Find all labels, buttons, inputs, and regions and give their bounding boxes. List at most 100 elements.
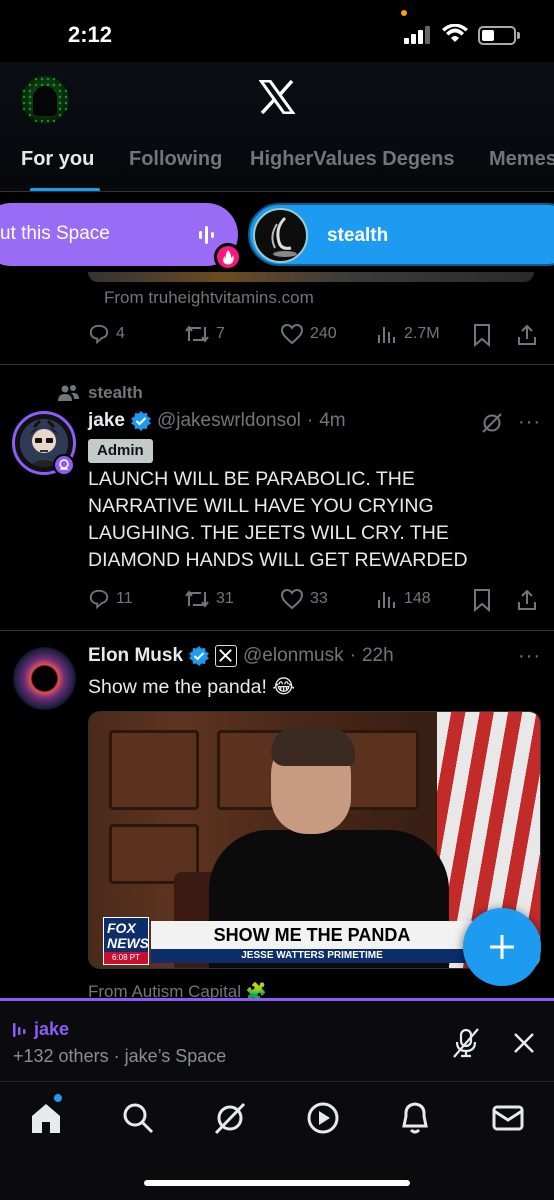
heart-icon bbox=[280, 323, 304, 345]
space-mini-player[interactable]: jake +132 others · jake’s Space bbox=[0, 998, 554, 1081]
tweet-header: Elon Musk @elonmusk · 22h bbox=[88, 645, 394, 667]
bookmark-icon[interactable] bbox=[472, 588, 492, 612]
more-options-icon[interactable]: ··· bbox=[518, 645, 541, 668]
tab-for-you[interactable]: For you bbox=[21, 148, 94, 171]
grok-icon[interactable] bbox=[212, 1100, 248, 1136]
repost-count: 31 bbox=[216, 590, 234, 607]
tweet-source[interactable]: From truheightvitamins.com bbox=[104, 288, 314, 308]
share-icon[interactable] bbox=[516, 588, 538, 612]
space-context-label: stealth bbox=[88, 383, 143, 402]
audio-wave-icon bbox=[199, 226, 214, 244]
compose-button[interactable] bbox=[463, 908, 541, 986]
timeline-header: For you Following HigherValues Degens Me… bbox=[0, 62, 554, 192]
tweet-media-edge bbox=[88, 272, 534, 282]
tab-following[interactable]: Following bbox=[129, 148, 222, 171]
stealth-space-avatar bbox=[253, 208, 308, 263]
affiliation-x-icon bbox=[215, 645, 238, 667]
like-count: 240 bbox=[310, 325, 337, 342]
profile-avatar[interactable] bbox=[21, 76, 69, 124]
cellular-signal-icon bbox=[404, 26, 434, 44]
reply-icon bbox=[89, 589, 109, 610]
chyron-headline: SHOW ME THE PANDA bbox=[151, 921, 473, 949]
grok-icon[interactable] bbox=[481, 412, 503, 434]
feed-tabs: For you Following HigherValues Degens Me… bbox=[0, 134, 554, 192]
author-handle[interactable]: @elonmusk bbox=[243, 645, 344, 667]
stealth-space-pill[interactable]: stealth bbox=[248, 203, 554, 266]
stealth-space-label: stealth bbox=[327, 225, 389, 246]
current-space-pill[interactable]: ut this Space bbox=[0, 203, 238, 266]
share-icon[interactable] bbox=[516, 323, 538, 347]
author-name[interactable]: jake bbox=[88, 410, 125, 432]
views-button[interactable]: 2.7M bbox=[376, 323, 440, 345]
views-icon bbox=[378, 327, 395, 343]
bookmark-icon[interactable] bbox=[472, 323, 492, 347]
tweet-actions: 4 7 240 2.7M bbox=[88, 323, 538, 347]
like-button[interactable]: 33 bbox=[280, 588, 328, 610]
heart-icon bbox=[280, 588, 304, 610]
repost-icon bbox=[185, 325, 209, 343]
space-host-name: jake bbox=[34, 1019, 70, 1039]
more-options-icon[interactable]: ··· bbox=[518, 411, 541, 434]
verified-badge-icon bbox=[130, 411, 151, 431]
space-host: jake bbox=[12, 1019, 69, 1040]
views-count: 2.7M bbox=[404, 325, 440, 342]
home-icon[interactable] bbox=[28, 1100, 64, 1136]
x-logo-icon[interactable] bbox=[259, 80, 295, 114]
recording-indicator-dot bbox=[401, 10, 407, 16]
fire-badge bbox=[214, 243, 242, 271]
spaces-bar: ut this Space stealth bbox=[0, 192, 554, 280]
tweet-ad-partial[interactable]: From truheightvitamins.com 4 7 240 2.7M bbox=[0, 272, 554, 364]
views-count: 148 bbox=[404, 590, 431, 607]
tweet-actions: 11 31 33 148 bbox=[88, 588, 538, 612]
current-space-label: ut this Space bbox=[0, 223, 110, 244]
author-name[interactable]: Elon Musk bbox=[88, 645, 183, 667]
repost-count: 7 bbox=[216, 325, 225, 342]
tweet-time[interactable]: 4m bbox=[319, 410, 345, 432]
bell-icon[interactable] bbox=[397, 1100, 433, 1136]
home-notification-dot bbox=[54, 1094, 62, 1102]
tab-highervalues-degens[interactable]: HigherValues Degens bbox=[250, 148, 455, 171]
repost-button[interactable]: 31 bbox=[184, 588, 234, 610]
play-icon[interactable] bbox=[305, 1100, 341, 1136]
reply-count: 11 bbox=[116, 590, 133, 607]
close-icon[interactable] bbox=[512, 1031, 536, 1055]
tweet-jake[interactable]: stealth jake @jakeswrldonsol · 4m ··· Ad… bbox=[0, 365, 554, 630]
mail-icon[interactable] bbox=[490, 1100, 526, 1136]
battery-icon bbox=[478, 26, 516, 45]
tab-memes[interactable]: Memes bbox=[489, 148, 554, 171]
author-handle[interactable]: @jakeswrldonsol bbox=[157, 410, 301, 432]
plus-icon bbox=[490, 935, 514, 959]
tweet-time[interactable]: 22h bbox=[362, 645, 394, 667]
space-context: stealth bbox=[58, 383, 143, 403]
views-icon bbox=[378, 592, 395, 608]
tweet-header: jake @jakeswrldonsol · 4m bbox=[88, 410, 346, 432]
like-button[interactable]: 240 bbox=[280, 323, 337, 345]
elon-avatar[interactable] bbox=[13, 647, 76, 710]
repost-button[interactable]: 7 bbox=[184, 323, 225, 345]
views-button[interactable]: 148 bbox=[376, 588, 431, 610]
like-count: 33 bbox=[310, 590, 328, 607]
space-listeners: +132 others · jake’s Space bbox=[13, 1046, 227, 1066]
status-time: 2:12 bbox=[68, 22, 113, 47]
people-icon bbox=[58, 385, 79, 401]
role-badge: Admin bbox=[88, 439, 153, 463]
reply-count: 4 bbox=[116, 325, 125, 342]
chyron-subline: JESSE WATTERS PRIMETIME bbox=[151, 949, 473, 963]
verified-badge-icon bbox=[189, 646, 210, 666]
mic-off-icon[interactable] bbox=[451, 1027, 481, 1059]
fox-news-logo: FOX NEWS 6:08 PT bbox=[103, 917, 149, 965]
repost-icon bbox=[185, 590, 209, 608]
fire-icon bbox=[223, 250, 234, 265]
search-icon[interactable] bbox=[120, 1100, 156, 1136]
home-indicator bbox=[144, 1180, 410, 1186]
wifi-icon bbox=[442, 24, 468, 42]
tweet-text: LAUNCH WILL BE PARABOLIC. THE NARRATIVE … bbox=[88, 468, 468, 571]
reply-button[interactable]: 4 bbox=[88, 323, 125, 345]
status-bar: 2:12 bbox=[0, 0, 554, 62]
space-speaker-badge bbox=[53, 454, 75, 476]
reply-icon bbox=[89, 324, 109, 345]
tweet-text: Show me the panda! 😂 bbox=[88, 676, 296, 698]
news-chyron: FOX NEWS 6:08 PT SHOW ME THE PANDA JESSE… bbox=[103, 917, 473, 965]
reply-button[interactable]: 11 bbox=[88, 588, 133, 610]
audio-wave-icon bbox=[13, 1022, 26, 1037]
